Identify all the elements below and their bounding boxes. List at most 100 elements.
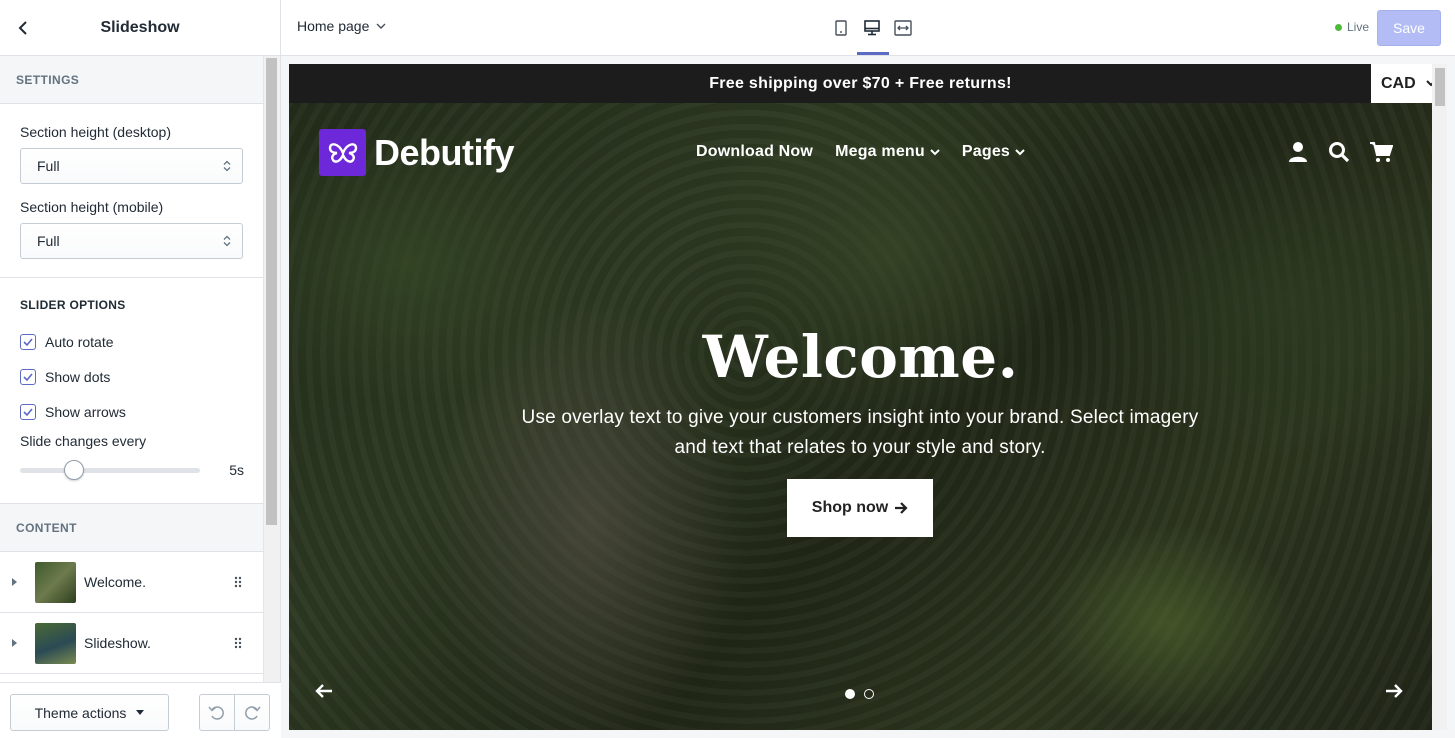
scrollbar-thumb[interactable] (266, 58, 277, 525)
back-button[interactable] (12, 17, 34, 39)
slider-options-heading: SLIDER OPTIONS (20, 298, 126, 312)
content-item-label: Welcome. (84, 574, 146, 590)
select-arrows-icon (223, 235, 231, 247)
hero-text: Use overlay text to give your customers … (521, 407, 1199, 458)
slide-changes-value: 5s (229, 462, 244, 478)
announcement-text: Free shipping over $70 + Free returns! (709, 74, 1012, 92)
nav-label: Pages (961, 143, 1011, 160)
option-label: Show arrows (45, 403, 126, 420)
sidebar-footer: Theme actions (0, 682, 281, 738)
chevron-down-icon (930, 148, 940, 155)
checkbox[interactable] (20, 368, 36, 385)
nav-item-download-now[interactable]: Download Now (696, 143, 813, 161)
shop-now-button[interactable]: Shop now (787, 479, 933, 537)
theme-actions-button[interactable]: Theme actions (10, 694, 169, 731)
option-label: Show dots (45, 368, 111, 385)
slideshow-hero[interactable]: Debutify Download Now Mega menu Pages We… (289, 103, 1432, 730)
option-show-dots[interactable]: Show dots (20, 359, 244, 394)
editor-topbar: Home page Live Save (281, 0, 1455, 56)
section-height-desktop-label: Section height (desktop) (20, 124, 171, 140)
fullscreen-view-button[interactable] (887, 16, 918, 40)
page-selector-label: Home page (297, 18, 370, 34)
undo-button[interactable] (200, 695, 234, 730)
chevron-down-icon (1015, 148, 1025, 155)
drag-handle-icon[interactable] (234, 637, 242, 649)
mobile-view-button[interactable] (825, 16, 856, 40)
caret-down-icon (136, 710, 145, 715)
live-label: Live (1346, 20, 1369, 34)
editor-sidebar: Slideshow SETTINGS Section height (deskt… (0, 0, 281, 738)
redo-button[interactable] (234, 695, 269, 730)
page-selector[interactable]: Home page (297, 18, 386, 34)
option-show-arrows[interactable]: Show arrows (20, 394, 244, 429)
account-icon[interactable] (1287, 141, 1309, 163)
section-height-mobile-label: Section height (mobile) (20, 199, 164, 215)
main-nav: Download Now Mega menu Pages (696, 143, 1025, 161)
sidebar-header: Slideshow (0, 0, 280, 56)
section-height-desktop-value: Full (37, 158, 60, 174)
mobile-icon (834, 20, 847, 36)
slider-thumb[interactable] (64, 459, 84, 480)
save-button[interactable]: Save (1377, 10, 1441, 46)
option-auto-rotate[interactable]: Auto rotate (20, 324, 244, 359)
caret-right-icon[interactable] (12, 578, 17, 586)
drag-handle-icon[interactable] (234, 576, 242, 588)
desktop-view-button[interactable] (856, 16, 889, 55)
slide-dot[interactable] (864, 689, 874, 699)
sidebar-title: Slideshow (100, 18, 180, 36)
butterfly-logo-icon (319, 129, 366, 176)
shop-now-label: Shop now (811, 499, 889, 516)
content-item-slideshow[interactable]: Slideshow. (0, 613, 264, 674)
select-arrows-icon (223, 160, 231, 172)
content-item-welcome[interactable]: Welcome. (0, 552, 264, 613)
chevron-down-icon (376, 23, 386, 29)
undo-redo-group (199, 694, 270, 731)
option-label: Auto rotate (45, 333, 114, 350)
previous-slide-arrow-icon[interactable] (315, 683, 333, 699)
hero-title: Welcome. (702, 323, 1019, 391)
slide-dots (845, 689, 874, 699)
section-height-desktop-select[interactable]: Full (20, 148, 243, 184)
settings-section: Section height (desktop) Full Section he… (0, 104, 264, 278)
slider-options-section: SLIDER OPTIONS Auto rotate Show dots Sho… (0, 278, 264, 504)
fullscreen-icon (893, 20, 912, 36)
check-icon (23, 407, 33, 416)
store-preview: Free shipping over $70 + Free returns! C… (289, 64, 1447, 730)
nav-label: Download Now (696, 143, 814, 160)
check-icon (23, 337, 33, 346)
redo-icon (245, 705, 261, 720)
slide-changes-label: Slide changes every (20, 433, 147, 449)
chevron-left-icon (18, 21, 27, 35)
checkbox[interactable] (20, 403, 36, 420)
slide-thumbnail (35, 561, 76, 603)
sidebar-scrollbar[interactable] (263, 56, 280, 682)
cart-icon[interactable] (1369, 141, 1393, 163)
desktop-icon (863, 20, 880, 36)
nav-item-pages[interactable]: Pages (962, 143, 1025, 161)
header-icons (1287, 141, 1393, 163)
slide-dot[interactable] (845, 689, 855, 699)
sidebar-scroll-area: SETTINGS Section height (desktop) Full S… (0, 56, 264, 682)
live-status: Live (1334, 20, 1369, 34)
theme-actions-label: Theme actions (34, 704, 127, 721)
search-icon[interactable] (1328, 141, 1350, 163)
check-icon (23, 372, 33, 381)
section-height-mobile-value: Full (37, 233, 60, 249)
slide-thumbnail (35, 622, 76, 664)
scrollbar-thumb[interactable] (1435, 68, 1445, 106)
preview-scrollbar[interactable] (1432, 64, 1447, 730)
section-height-mobile-select[interactable]: Full (20, 223, 243, 259)
currency-label: CAD (1381, 74, 1416, 92)
store-logo[interactable]: Debutify (319, 129, 515, 176)
nav-item-mega-menu[interactable]: Mega menu (835, 143, 940, 161)
caret-right-icon[interactable] (12, 639, 17, 647)
next-slide-arrow-icon[interactable] (1385, 683, 1403, 699)
undo-icon (208, 705, 224, 720)
device-toggle (825, 16, 918, 55)
checkbox[interactable] (20, 333, 36, 350)
nav-label: Mega menu (835, 143, 925, 160)
content-item-label: Slideshow. (84, 635, 151, 651)
announcement-bar[interactable]: Free shipping over $70 + Free returns! (289, 64, 1432, 103)
arrow-right-icon (895, 502, 908, 514)
slide-changes-slider[interactable] (20, 459, 200, 480)
